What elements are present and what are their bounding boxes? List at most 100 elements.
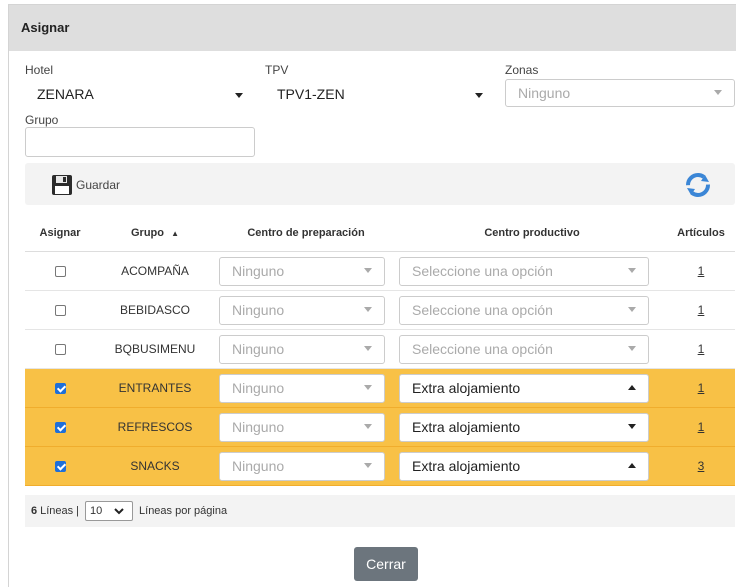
assign-checkbox[interactable] xyxy=(54,304,66,316)
centro-productivo-select[interactable]: Seleccione una opción xyxy=(399,256,649,286)
save-button-label: Guardar xyxy=(76,178,121,192)
chevron-down-icon xyxy=(364,462,372,468)
hotel-select[interactable]: ZENARA xyxy=(25,81,255,109)
chevron-up-icon xyxy=(628,462,636,468)
assign-checkbox[interactable] xyxy=(54,421,66,433)
centro-productivo-value: Seleccione una opción xyxy=(412,301,553,318)
per-page-label: Líneas por página xyxy=(139,505,228,517)
col-centro-productivo: Centro productivo xyxy=(397,215,667,252)
asignar-cell xyxy=(25,446,95,486)
articulos-link[interactable]: 1 xyxy=(698,420,705,434)
centro-preparacion-value: Ninguno xyxy=(232,340,285,357)
asignar-cell xyxy=(25,407,95,447)
table-header-row: Asignar Grupo ▲ Centro de preparación Ce… xyxy=(25,215,735,252)
chevron-down-icon xyxy=(364,345,372,351)
centro-productivo-select[interactable]: Extra alojamiento xyxy=(399,451,649,481)
articulos-cell: 1 xyxy=(667,290,735,330)
chevron-down-icon xyxy=(714,90,722,95)
table-row[interactable]: BEBIDASCO Ninguno Seleccione una opción … xyxy=(25,290,735,330)
grupo-cell: SNACKS xyxy=(95,446,215,486)
centro-productivo-cell: Seleccione una opción xyxy=(397,251,667,291)
chevron-down-icon xyxy=(114,508,124,515)
chevron-down-icon xyxy=(364,384,372,390)
centro-productivo-select[interactable]: Extra alojamiento xyxy=(399,412,649,442)
footer-separator: | xyxy=(76,505,80,517)
table-row[interactable]: ENTRANTES Ninguno Extra alojamiento 1 xyxy=(25,368,735,408)
table-row[interactable]: REFRESCOS Ninguno Extra alojamiento 1 xyxy=(25,407,735,447)
articulos-link[interactable]: 1 xyxy=(698,342,705,356)
table-row[interactable]: SNACKS Ninguno Extra alojamiento 3 xyxy=(25,446,735,486)
centro-productivo-select[interactable]: Extra alojamiento xyxy=(399,373,649,403)
centro-preparacion-value: Ninguno xyxy=(232,301,285,318)
close-button[interactable]: Cerrar xyxy=(354,547,418,581)
grupo-input[interactable] xyxy=(25,127,255,157)
centro-productivo-value: Seleccione una opción xyxy=(412,262,553,279)
centro-productivo-cell: Extra alojamiento xyxy=(397,407,667,447)
tpv-label: TPV xyxy=(265,63,289,77)
centro-preparacion-value: Ninguno xyxy=(232,418,285,435)
grupo-cell: BQBUSIMENU xyxy=(95,329,215,369)
chevron-down-icon xyxy=(628,267,636,273)
articulos-link[interactable]: 1 xyxy=(698,303,705,317)
tpv-select[interactable]: TPV1-ZEN xyxy=(265,81,495,109)
grupo-cell: REFRESCOS xyxy=(95,407,215,447)
articulos-link[interactable]: 1 xyxy=(698,264,705,278)
centro-productivo-cell: Seleccione una opción xyxy=(397,290,667,330)
articulos-cell: 3 xyxy=(667,446,735,486)
chevron-down-icon xyxy=(628,306,636,312)
sort-asc-icon: ▲ xyxy=(171,228,179,238)
table-row[interactable]: ACOMPAÑA Ninguno Seleccione una opción 1 xyxy=(25,251,735,291)
articulos-link[interactable]: 1 xyxy=(698,381,705,395)
tpv-value: TPV1-ZEN xyxy=(277,86,345,102)
chevron-down-icon xyxy=(364,423,372,429)
centro-productivo-value: Extra alojamiento xyxy=(412,379,521,396)
asignar-cell xyxy=(25,329,95,369)
centro-preparacion-select[interactable]: Ninguno xyxy=(219,334,385,364)
centro-preparacion-select[interactable]: Ninguno xyxy=(219,373,385,403)
centro-productivo-select[interactable]: Seleccione una opción xyxy=(399,334,649,364)
centro-preparacion-cell: Ninguno xyxy=(215,251,397,291)
save-button[interactable]: Guardar xyxy=(51,173,120,197)
line-count: 6 xyxy=(31,505,38,517)
assign-checkbox[interactable] xyxy=(54,460,66,472)
chevron-down-icon xyxy=(235,93,243,98)
centro-preparacion-select[interactable]: Ninguno xyxy=(219,295,385,325)
chevron-down-icon xyxy=(364,267,372,273)
articulos-cell: 1 xyxy=(667,368,735,408)
assign-checkbox[interactable] xyxy=(54,265,66,277)
articulos-cell: 1 xyxy=(667,407,735,447)
dialog-title: Asignar xyxy=(9,5,736,51)
chevron-down-icon xyxy=(628,345,636,351)
asignar-cell xyxy=(25,368,95,408)
per-page-select[interactable]: 10 xyxy=(85,501,134,521)
assign-checkbox[interactable] xyxy=(54,343,66,355)
chevron-up-icon xyxy=(628,384,636,390)
toolbar: Guardar xyxy=(25,163,735,205)
centro-preparacion-select[interactable]: Ninguno xyxy=(219,256,385,286)
centro-preparacion-select[interactable]: Ninguno xyxy=(219,451,385,481)
chevron-down-icon xyxy=(628,423,636,429)
centro-preparacion-cell: Ninguno xyxy=(215,407,397,447)
articulos-link[interactable]: 3 xyxy=(698,459,705,473)
table-row[interactable]: BQBUSIMENU Ninguno Seleccione una opción… xyxy=(25,329,735,369)
col-centro-preparacion: Centro de preparación xyxy=(215,215,397,252)
centro-productivo-select[interactable]: Seleccione una opción xyxy=(399,295,649,325)
asignar-cell xyxy=(25,290,95,330)
asignar-cell xyxy=(25,251,95,291)
grupo-cell: ENTRANTES xyxy=(95,368,215,408)
centro-productivo-cell: Extra alojamiento xyxy=(397,368,667,408)
assign-dialog: Asignar Hotel ZENARA TPV TPV1-ZEN Zonas … xyxy=(8,4,736,587)
centro-preparacion-cell: Ninguno xyxy=(215,329,397,369)
centro-preparacion-select[interactable]: Ninguno xyxy=(219,412,385,442)
centro-preparacion-cell: Ninguno xyxy=(215,368,397,408)
centro-preparacion-value: Ninguno xyxy=(232,379,285,396)
per-page-value: 10 xyxy=(90,505,103,517)
centro-preparacion-cell: Ninguno xyxy=(215,290,397,330)
zonas-select[interactable]: Ninguno xyxy=(505,79,735,107)
col-grupo[interactable]: Grupo ▲ xyxy=(95,215,215,252)
zonas-label: Zonas xyxy=(505,63,539,77)
assign-checkbox[interactable] xyxy=(54,382,66,394)
grupo-cell: ACOMPAÑA xyxy=(95,251,215,291)
lines-label: Líneas xyxy=(40,505,74,517)
refresh-icon[interactable] xyxy=(685,172,711,198)
